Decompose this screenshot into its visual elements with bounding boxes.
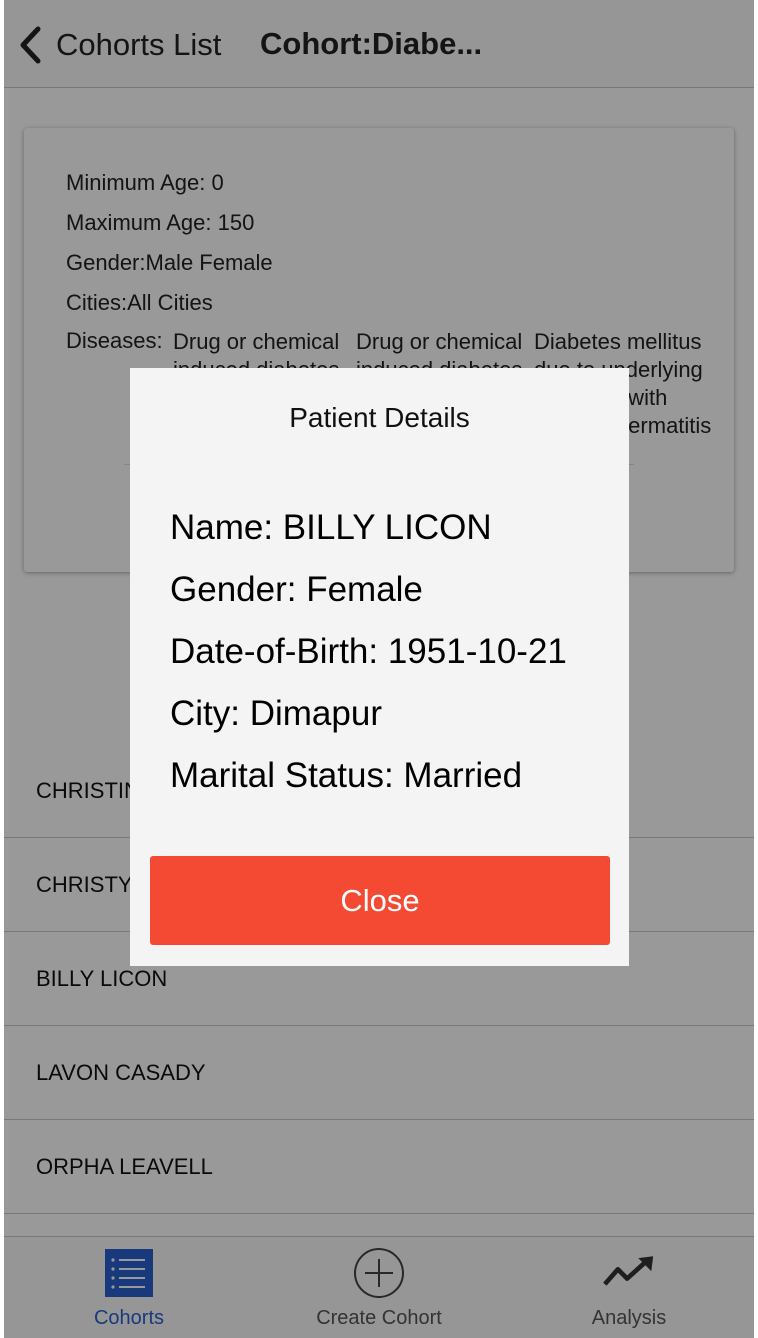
patient-gender: Gender: Female — [170, 570, 423, 609]
patient-dob: Date-of-Birth: 1951-10-21 — [170, 632, 567, 671]
patient-name: Name: BILLY LICON — [170, 508, 492, 547]
dialog-title: Patient Details — [289, 402, 470, 433]
close-button[interactable]: Close — [150, 856, 610, 945]
screen-edge — [0, 0, 4, 1338]
screen-edge — [754, 0, 758, 1338]
patient-city: City: Dimapur — [170, 694, 382, 733]
patient-marital-status: Marital Status: Married — [170, 756, 523, 795]
patient-details-dialog: Patient Details Name: BILLY LICON Gender… — [130, 368, 629, 966]
